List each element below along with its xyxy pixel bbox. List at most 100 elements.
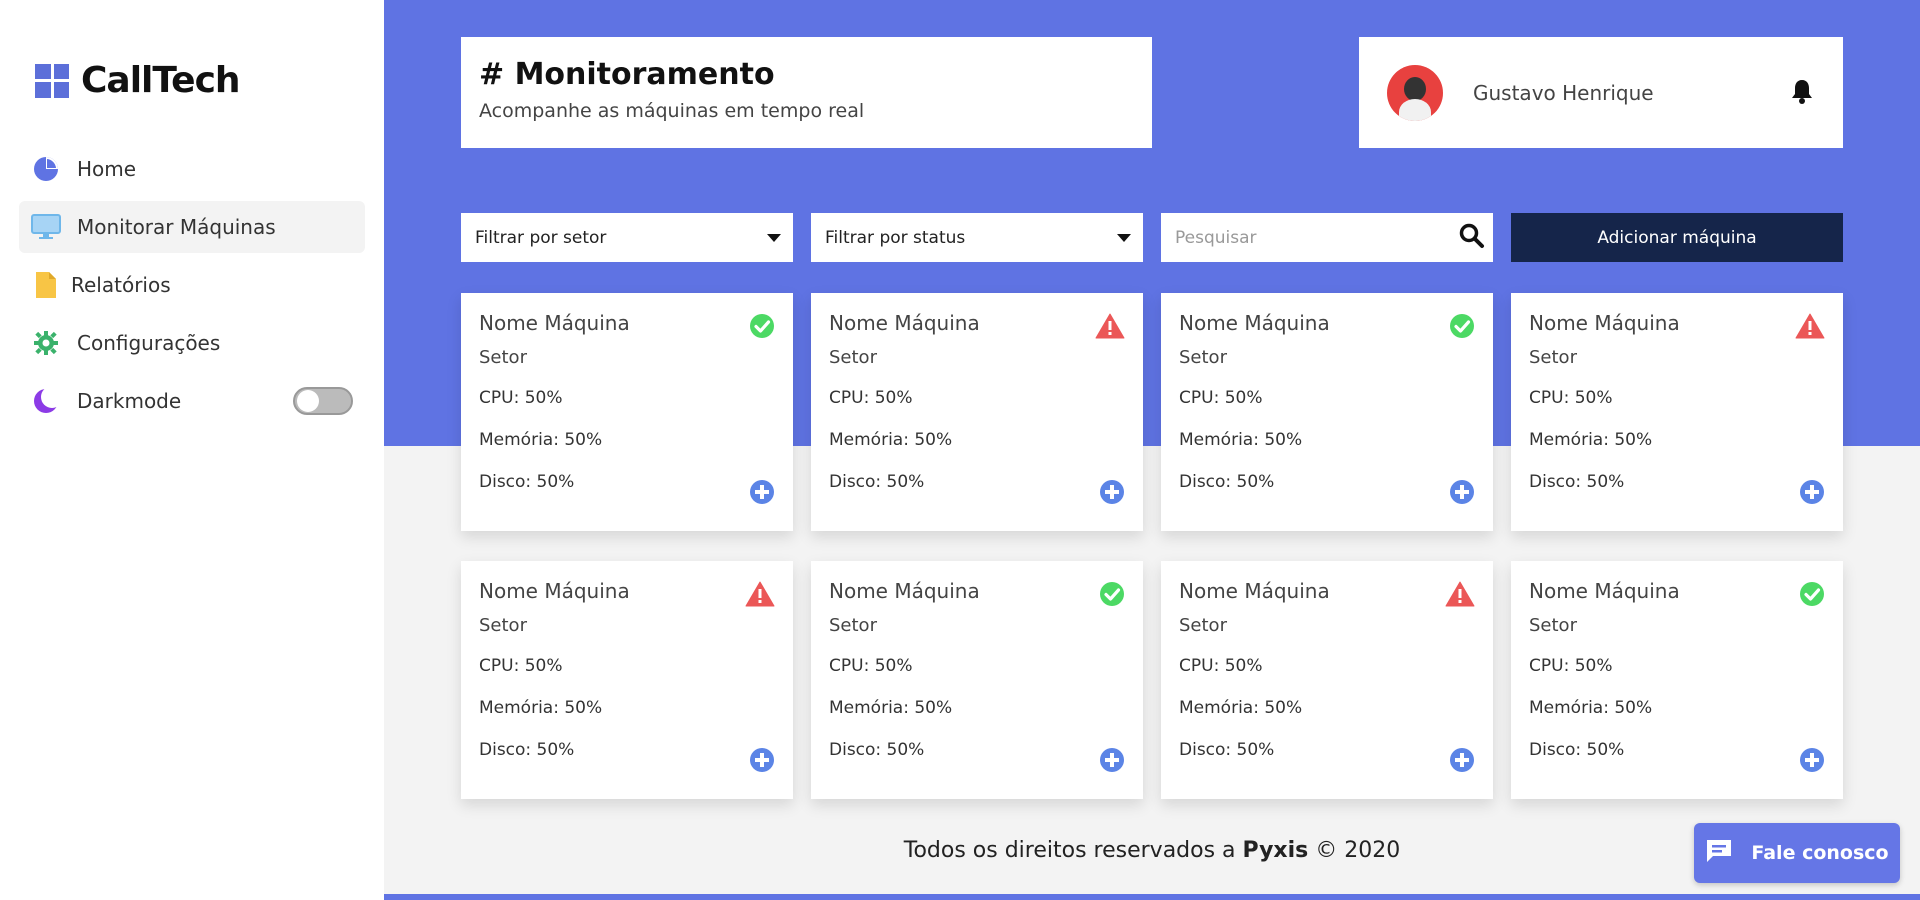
- page-header-card: # Monitoramento Acompanhe as máquinas em…: [461, 37, 1152, 148]
- check-circle-icon: [1099, 581, 1125, 607]
- status-filter-select[interactable]: Filtrar por status: [811, 213, 1143, 262]
- machine-name: Nome Máquina: [479, 311, 630, 335]
- machine-cpu: CPU: 50%: [829, 656, 913, 676]
- machine-sector: Setor: [1529, 347, 1577, 368]
- machine-cpu: CPU: 50%: [1179, 388, 1263, 408]
- machine-cpu: CPU: 50%: [479, 656, 563, 676]
- machine-sector: Setor: [1179, 615, 1227, 636]
- status-filter-value: Filtrar por status: [825, 227, 966, 248]
- machine-name: Nome Máquina: [829, 579, 980, 603]
- machine-card[interactable]: Nome Máquina Setor CPU: 50% Memória: 50%…: [461, 561, 793, 799]
- machine-sector: Setor: [1179, 347, 1227, 368]
- machine-cpu: CPU: 50%: [479, 388, 563, 408]
- machine-name: Nome Máquina: [829, 311, 980, 335]
- brand-logo[interactable]: CallTech: [35, 60, 241, 101]
- footer-company: Pyxis: [1242, 838, 1309, 863]
- sidebar-item-configuracoes[interactable]: Configurações: [19, 317, 365, 369]
- machine-name: Nome Máquina: [479, 579, 630, 603]
- sector-filter-select[interactable]: Filtrar por setor: [461, 213, 793, 262]
- plus-circle-icon[interactable]: [1449, 747, 1475, 773]
- check-circle-icon: [1799, 581, 1825, 607]
- footer: Todos os direitos reservados a Pyxis © 2…: [461, 838, 1843, 863]
- sidebar-item-monitorar-maquinas[interactable]: Monitorar Máquinas: [19, 201, 365, 253]
- machine-name: Nome Máquina: [1529, 311, 1680, 335]
- logo-icon: [35, 63, 69, 98]
- machine-memory: Memória: 50%: [1529, 698, 1653, 718]
- machine-card[interactable]: Nome Máquina Setor CPU: 50% Memória: 50%…: [1161, 293, 1493, 531]
- machine-disk: Disco: 50%: [829, 472, 925, 492]
- check-circle-icon: [1449, 313, 1475, 339]
- plus-circle-icon[interactable]: [1099, 747, 1125, 773]
- warning-triangle-icon: [1095, 313, 1125, 339]
- warning-triangle-icon: [1795, 313, 1825, 339]
- plus-circle-icon[interactable]: [1799, 747, 1825, 773]
- machine-disk: Disco: 50%: [829, 740, 925, 760]
- plus-circle-icon[interactable]: [1099, 479, 1125, 505]
- pie-chart-icon: [31, 154, 61, 184]
- machine-name: Nome Máquina: [1179, 579, 1330, 603]
- user-name: Gustavo Henrique: [1473, 80, 1654, 105]
- page-title: # Monitoramento: [479, 57, 775, 92]
- machine-disk: Disco: 50%: [1179, 740, 1275, 760]
- brand-name: CallTech: [81, 60, 241, 101]
- bottom-accent-bar: [384, 894, 1920, 900]
- sidebar-item-label: Relatórios: [71, 273, 171, 297]
- gear-icon: [31, 328, 61, 358]
- machine-cpu: CPU: 50%: [1529, 656, 1613, 676]
- machine-card[interactable]: Nome Máquina Setor CPU: 50% Memória: 50%…: [1161, 561, 1493, 799]
- warning-triangle-icon: [1445, 581, 1475, 607]
- machine-card[interactable]: Nome Máquina Setor CPU: 50% Memória: 50%…: [811, 561, 1143, 799]
- machine-disk: Disco: 50%: [479, 740, 575, 760]
- chat-label: Fale conosco: [1751, 842, 1889, 864]
- machine-memory: Memória: 50%: [1179, 430, 1303, 450]
- sidebar-item-home[interactable]: Home: [19, 143, 365, 195]
- machine-card[interactable]: Nome Máquina Setor CPU: 50% Memória: 50%…: [1511, 561, 1843, 799]
- sidebar-menu: Home Monitorar Máquinas Relatórios Confi…: [19, 143, 365, 433]
- machine-memory: Memória: 50%: [1529, 430, 1653, 450]
- machine-sector: Setor: [1529, 615, 1577, 636]
- caret-down-icon: [767, 233, 781, 242]
- plus-circle-icon[interactable]: [749, 479, 775, 505]
- machine-disk: Disco: 50%: [1529, 472, 1625, 492]
- user-card: Gustavo Henrique: [1359, 37, 1843, 148]
- darkmode-toggle[interactable]: [293, 387, 353, 415]
- plus-circle-icon[interactable]: [1449, 479, 1475, 505]
- machine-name: Nome Máquina: [1179, 311, 1330, 335]
- bell-icon[interactable]: [1789, 78, 1815, 108]
- machine-memory: Memória: 50%: [829, 698, 953, 718]
- machine-sector: Setor: [479, 615, 527, 636]
- chat-icon: [1705, 838, 1733, 869]
- sidebar-item-label: Home: [77, 157, 137, 181]
- machine-memory: Memória: 50%: [1179, 698, 1303, 718]
- avatar[interactable]: [1387, 64, 1443, 121]
- contact-chat-button[interactable]: Fale conosco: [1694, 823, 1900, 883]
- search-box: [1161, 213, 1493, 262]
- machine-card[interactable]: Nome Máquina Setor CPU: 50% Memória: 50%…: [461, 293, 793, 531]
- footer-text: Todos os direitos reservados a: [903, 838, 1236, 863]
- sidebar-item-label: Monitorar Máquinas: [77, 215, 276, 239]
- machine-memory: Memória: 50%: [479, 430, 603, 450]
- search-input[interactable]: [1175, 227, 1435, 248]
- machine-card[interactable]: Nome Máquina Setor CPU: 50% Memória: 50%…: [811, 293, 1143, 531]
- sidebar-item-relatorios[interactable]: Relatórios: [19, 259, 365, 311]
- machine-sector: Setor: [479, 347, 527, 368]
- machine-disk: Disco: 50%: [479, 472, 575, 492]
- sidebar-item-darkmode: Darkmode: [19, 375, 365, 427]
- plus-circle-icon[interactable]: [1799, 479, 1825, 505]
- sidebar-item-label: Configurações: [77, 331, 221, 355]
- check-circle-icon: [749, 313, 775, 339]
- machine-disk: Disco: 50%: [1529, 740, 1625, 760]
- warning-triangle-icon: [745, 581, 775, 607]
- sidebar-item-label: Darkmode: [77, 389, 182, 413]
- machine-memory: Memória: 50%: [829, 430, 953, 450]
- plus-circle-icon[interactable]: [749, 747, 775, 773]
- sidebar: CallTech Home Monitorar Máquinas Relatór…: [0, 0, 384, 900]
- page-subtitle: Acompanhe as máquinas em tempo real: [479, 100, 865, 122]
- search-icon[interactable]: [1459, 223, 1485, 253]
- file-icon: [31, 270, 61, 300]
- monitor-icon: [31, 212, 61, 242]
- add-machine-button[interactable]: Adicionar máquina: [1511, 213, 1843, 262]
- caret-down-icon: [1117, 233, 1131, 242]
- machine-grid: Nome Máquina Setor CPU: 50% Memória: 50%…: [461, 293, 1843, 799]
- machine-card[interactable]: Nome Máquina Setor CPU: 50% Memória: 50%…: [1511, 293, 1843, 531]
